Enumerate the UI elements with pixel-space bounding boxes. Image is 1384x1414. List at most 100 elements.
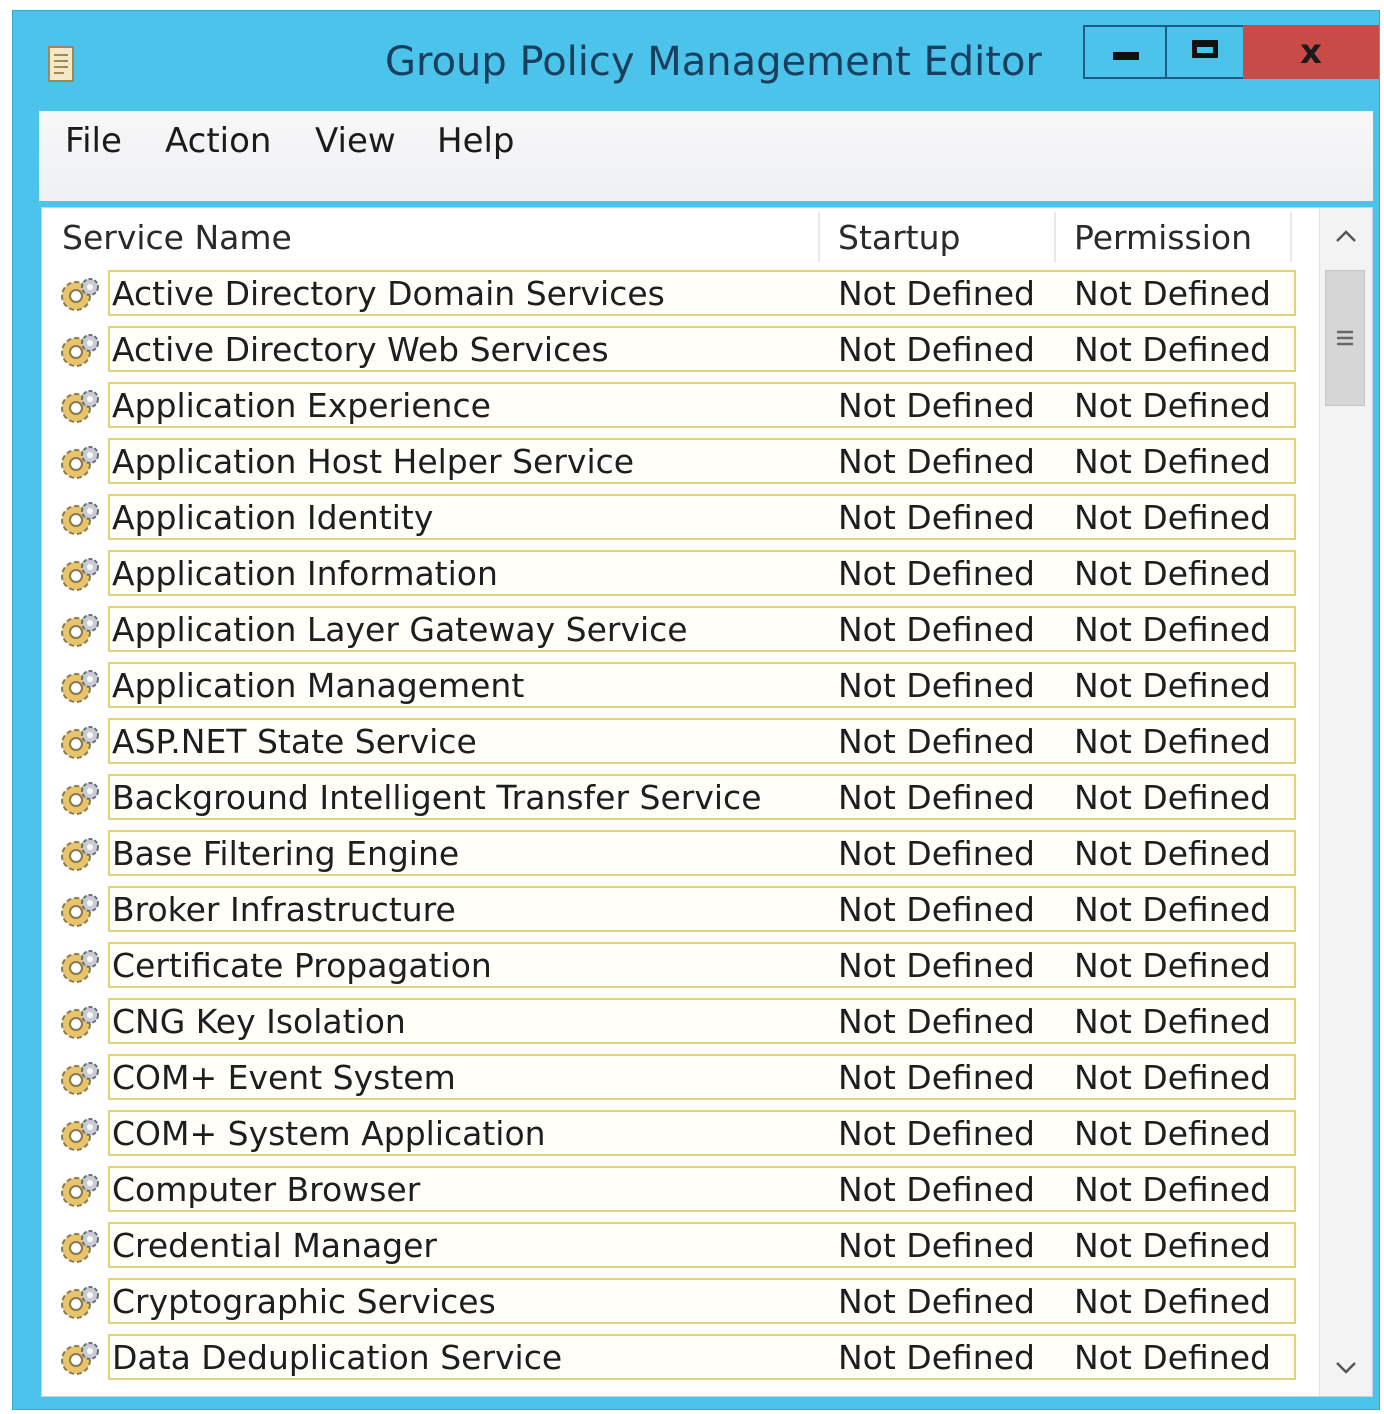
vertical-scrollbar[interactable] xyxy=(1319,208,1372,1396)
column-header-permission[interactable]: Permission xyxy=(1074,218,1252,257)
service-gear-icon xyxy=(61,782,99,815)
menu-action[interactable]: Action xyxy=(165,121,271,161)
service-row[interactable]: Application Information Not Defined Not … xyxy=(42,546,1322,602)
startup-cell: Not Defined xyxy=(838,778,1035,817)
permission-cell: Not Defined xyxy=(1074,554,1271,593)
permission-cell: Not Defined xyxy=(1074,834,1271,873)
service-gear-icon xyxy=(61,950,99,983)
service-name-cell: COM+ System Application xyxy=(112,1114,546,1153)
permission-cell: Not Defined xyxy=(1074,778,1271,817)
service-row[interactable]: Application Identity Not Defined Not Def… xyxy=(42,490,1322,546)
service-gear-icon xyxy=(61,1006,99,1039)
service-row[interactable]: Broker Infrastructure Not Defined Not De… xyxy=(42,882,1322,938)
permission-cell: Not Defined xyxy=(1074,1282,1271,1321)
service-gear-icon xyxy=(61,1230,99,1263)
service-row[interactable]: Credential Manager Not Defined Not Defin… xyxy=(42,1218,1322,1274)
service-gear-icon xyxy=(61,278,99,311)
service-name-cell: Data Deduplication Service xyxy=(112,1338,563,1377)
permission-cell: Not Defined xyxy=(1074,890,1271,929)
column-header-startup[interactable]: Startup xyxy=(838,218,960,257)
service-name-cell: Base Filtering Engine xyxy=(112,834,460,873)
service-name-cell: Broker Infrastructure xyxy=(112,890,456,929)
service-row[interactable]: Application Management Not Defined Not D… xyxy=(42,658,1322,714)
permission-cell: Not Defined xyxy=(1074,666,1271,705)
service-row[interactable]: COM+ Event System Not Defined Not Define… xyxy=(42,1050,1322,1106)
policy-document-icon xyxy=(48,46,74,82)
permission-cell: Not Defined xyxy=(1074,1170,1271,1209)
service-name-cell: Active Directory Web Services xyxy=(112,330,609,369)
service-gear-icon xyxy=(61,334,99,367)
startup-cell: Not Defined xyxy=(838,498,1035,537)
service-row[interactable]: Background Intelligent Transfer Service … xyxy=(42,770,1322,826)
column-divider[interactable] xyxy=(1290,212,1292,262)
scroll-up-button[interactable] xyxy=(1320,208,1372,264)
menu-help[interactable]: Help xyxy=(437,121,515,161)
startup-cell: Not Defined xyxy=(838,274,1035,313)
startup-cell: Not Defined xyxy=(838,1002,1035,1041)
close-button[interactable]: x xyxy=(1243,25,1379,79)
service-name-cell: ASP.NET State Service xyxy=(112,722,477,761)
scrollbar-thumb[interactable] xyxy=(1325,270,1365,406)
startup-cell: Not Defined xyxy=(838,1226,1035,1265)
maximize-button[interactable] xyxy=(1165,25,1245,79)
service-name-cell: Application Host Helper Service xyxy=(112,442,635,481)
service-row[interactable]: Application Experience Not Defined Not D… xyxy=(42,378,1322,434)
service-row[interactable]: COM+ System Application Not Defined Not … xyxy=(42,1106,1322,1162)
service-row[interactable]: Active Directory Web Services Not Define… xyxy=(42,322,1322,378)
service-row[interactable]: Application Layer Gateway Service Not De… xyxy=(42,602,1322,658)
service-name-cell: Certificate Propagation xyxy=(112,946,492,985)
minimize-button[interactable] xyxy=(1083,25,1167,79)
service-row[interactable]: Application Host Helper Service Not Defi… xyxy=(42,434,1322,490)
service-row[interactable]: Certificate Propagation Not Defined Not … xyxy=(42,938,1322,994)
service-name-cell: Application Layer Gateway Service xyxy=(112,610,688,649)
startup-cell: Not Defined xyxy=(838,890,1035,929)
startup-cell: Not Defined xyxy=(838,1282,1035,1321)
service-gear-icon xyxy=(61,502,99,535)
service-name-cell: Active Directory Domain Services xyxy=(112,274,665,313)
column-divider[interactable] xyxy=(1054,212,1056,262)
service-row[interactable]: ASP.NET State Service Not Defined Not De… xyxy=(42,714,1322,770)
service-name-cell: Background Intelligent Transfer Service xyxy=(112,778,762,817)
menu-view[interactable]: View xyxy=(315,121,396,161)
service-row[interactable]: CNG Key Isolation Not Defined Not Define… xyxy=(42,994,1322,1050)
permission-cell: Not Defined xyxy=(1074,1114,1271,1153)
service-row[interactable]: Computer Browser Not Defined Not Defined xyxy=(42,1162,1322,1218)
startup-cell: Not Defined xyxy=(838,834,1035,873)
startup-cell: Not Defined xyxy=(838,1058,1035,1097)
service-gear-icon xyxy=(61,894,99,927)
service-rows: Active Directory Domain Services Not Def… xyxy=(42,266,1322,1386)
startup-cell: Not Defined xyxy=(838,946,1035,985)
service-gear-icon xyxy=(61,726,99,759)
startup-cell: Not Defined xyxy=(838,666,1035,705)
column-divider[interactable] xyxy=(818,212,820,262)
permission-cell: Not Defined xyxy=(1074,330,1271,369)
service-name-cell: Application Identity xyxy=(112,498,434,537)
service-name-cell: Credential Manager xyxy=(112,1226,437,1265)
service-row[interactable]: Base Filtering Engine Not Defined Not De… xyxy=(42,826,1322,882)
service-name-cell: Computer Browser xyxy=(112,1170,421,1209)
service-name-cell: Cryptographic Services xyxy=(112,1282,496,1321)
service-name-cell: Application Information xyxy=(112,554,498,593)
chevron-up-icon xyxy=(1336,230,1356,242)
service-row[interactable]: Cryptographic Services Not Defined Not D… xyxy=(42,1274,1322,1330)
service-row[interactable]: Data Deduplication Service Not Defined N… xyxy=(42,1330,1322,1386)
service-gear-icon xyxy=(61,670,99,703)
column-header-service-name[interactable]: Service Name xyxy=(62,218,292,257)
permission-cell: Not Defined xyxy=(1074,1226,1271,1265)
scroll-down-button[interactable] xyxy=(1320,1340,1372,1396)
startup-cell: Not Defined xyxy=(838,1338,1035,1377)
startup-cell: Not Defined xyxy=(838,554,1035,593)
menu-file[interactable]: File xyxy=(65,121,122,161)
startup-cell: Not Defined xyxy=(838,442,1035,481)
service-name-cell: CNG Key Isolation xyxy=(112,1002,406,1041)
startup-cell: Not Defined xyxy=(838,1170,1035,1209)
permission-cell: Not Defined xyxy=(1074,498,1271,537)
service-row[interactable]: Active Directory Domain Services Not Def… xyxy=(42,266,1322,322)
service-gear-icon xyxy=(61,1118,99,1151)
service-gear-icon xyxy=(61,614,99,647)
permission-cell: Not Defined xyxy=(1074,1338,1271,1377)
title-bar[interactable]: Group Policy Management Editor x xyxy=(13,11,1379,111)
column-header-row: Service Name Startup Permission xyxy=(42,208,1312,266)
service-gear-icon xyxy=(61,1342,99,1375)
services-list-view: Service Name Startup Permission Active D… xyxy=(41,207,1373,1397)
